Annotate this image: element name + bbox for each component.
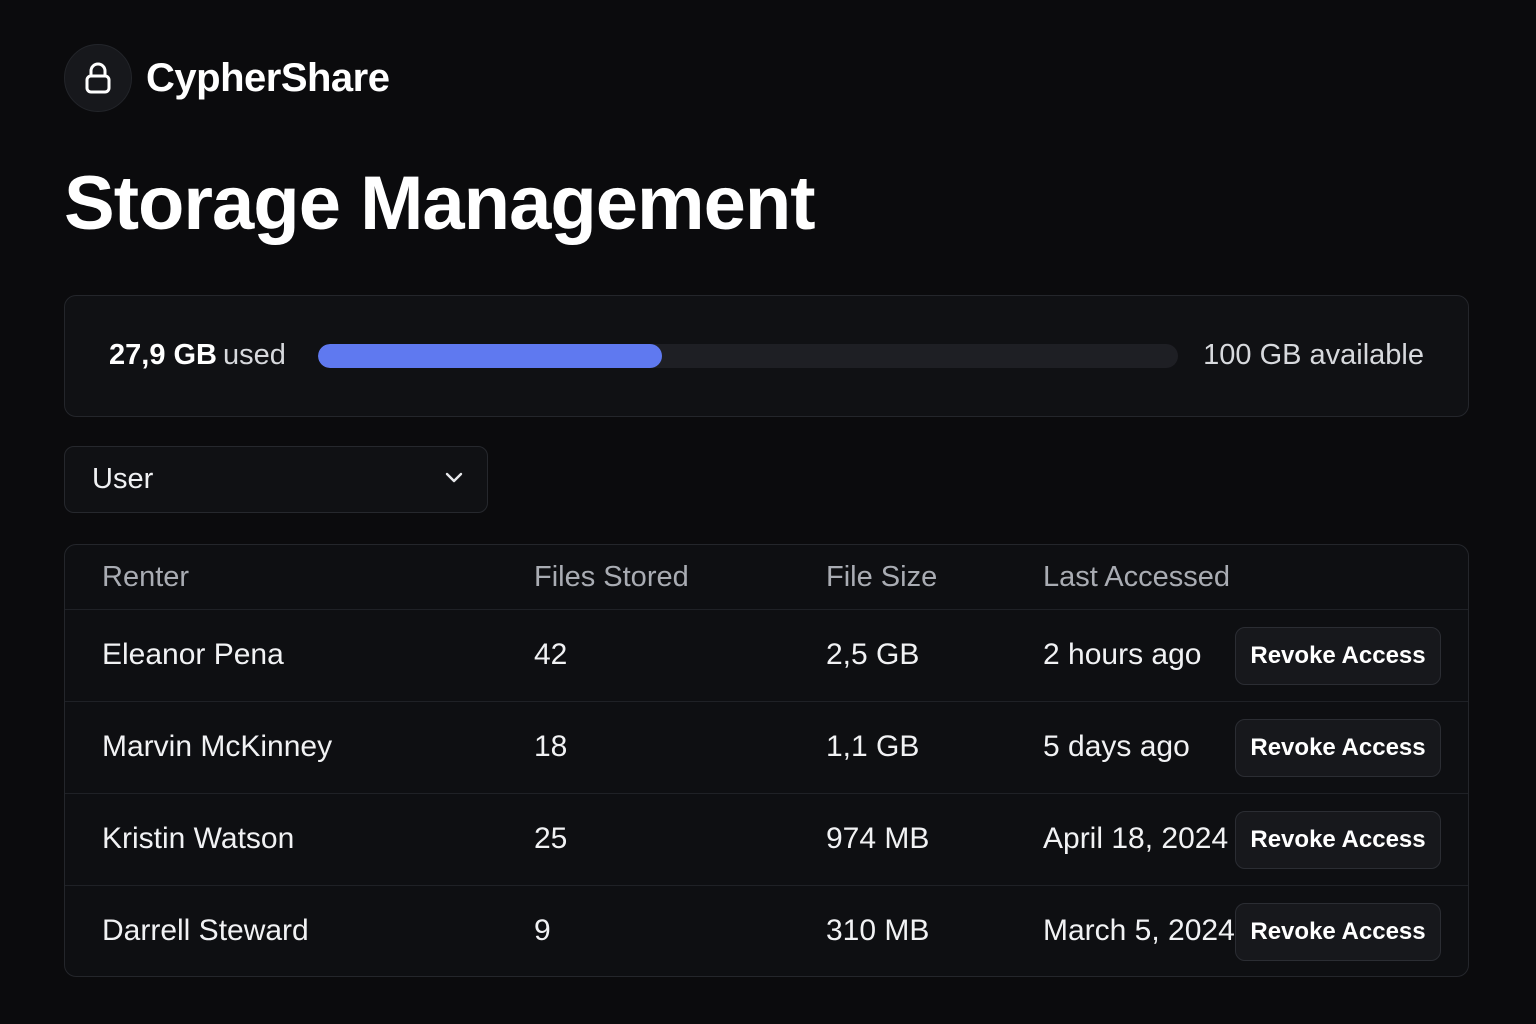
filter-selected-value: User [92,463,154,495]
file-size: 1,1 GB [826,730,920,763]
renter-name: Marvin McKinney [102,730,333,763]
page-title: Storage Management [64,161,816,246]
renter-name: Kristin Watson [102,822,295,855]
column-header-file-size: File Size [826,561,938,593]
brand: CypherShare [64,44,390,112]
file-size: 974 MB [826,822,930,855]
column-header-files-stored: Files Stored [534,561,689,593]
chevron-down-icon [443,470,465,489]
renters-table: Renter Files Stored File Size Last Acces… [64,544,1469,977]
lock-icon [64,44,132,112]
table-row: Kristin Watson 25 974 MB April 18, 2024 … [65,793,1468,885]
revoke-access-button[interactable]: Revoke Access [1235,719,1441,777]
files-stored: 42 [534,638,568,671]
files-stored: 18 [534,730,568,763]
last-accessed: March 5, 2024 [1043,914,1235,947]
brand-name: CypherShare [146,55,390,100]
storage-usage-card: 27,9 GB used 100 GB available [64,295,1469,417]
column-header-last-accessed: Last Accessed [1043,561,1230,593]
renter-name: Eleanor Pena [102,638,284,671]
storage-used: 27,9 GB used [109,339,286,372]
storage-available: 100 GB available [1203,339,1424,371]
file-size: 2,5 GB [826,638,920,671]
storage-used-label: used [223,339,286,371]
files-stored: 25 [534,822,568,855]
storage-used-amount: 27,9 GB [109,339,217,371]
revoke-access-button[interactable]: Revoke Access [1235,811,1441,869]
table-row: Eleanor Pena 42 2,5 GB 2 hours ago Revok… [65,609,1468,701]
table-row: Darrell Steward 9 310 MB March 5, 2024 R… [65,885,1468,976]
last-accessed: April 18, 2024 [1043,822,1229,855]
storage-progress-fill [318,344,662,368]
user-filter-dropdown[interactable]: User [64,446,488,513]
last-accessed: 2 hours ago [1043,638,1202,671]
table-row: Marvin McKinney 18 1,1 GB 5 days ago Rev… [65,701,1468,793]
storage-progress-bar [318,344,1178,368]
renter-name: Darrell Steward [102,914,309,947]
column-header-renter: Renter [102,561,190,593]
revoke-access-button[interactable]: Revoke Access [1235,627,1441,685]
file-size: 310 MB [826,914,930,947]
revoke-access-button[interactable]: Revoke Access [1235,903,1441,961]
last-accessed: 5 days ago [1043,730,1190,763]
files-stored: 9 [534,914,551,947]
